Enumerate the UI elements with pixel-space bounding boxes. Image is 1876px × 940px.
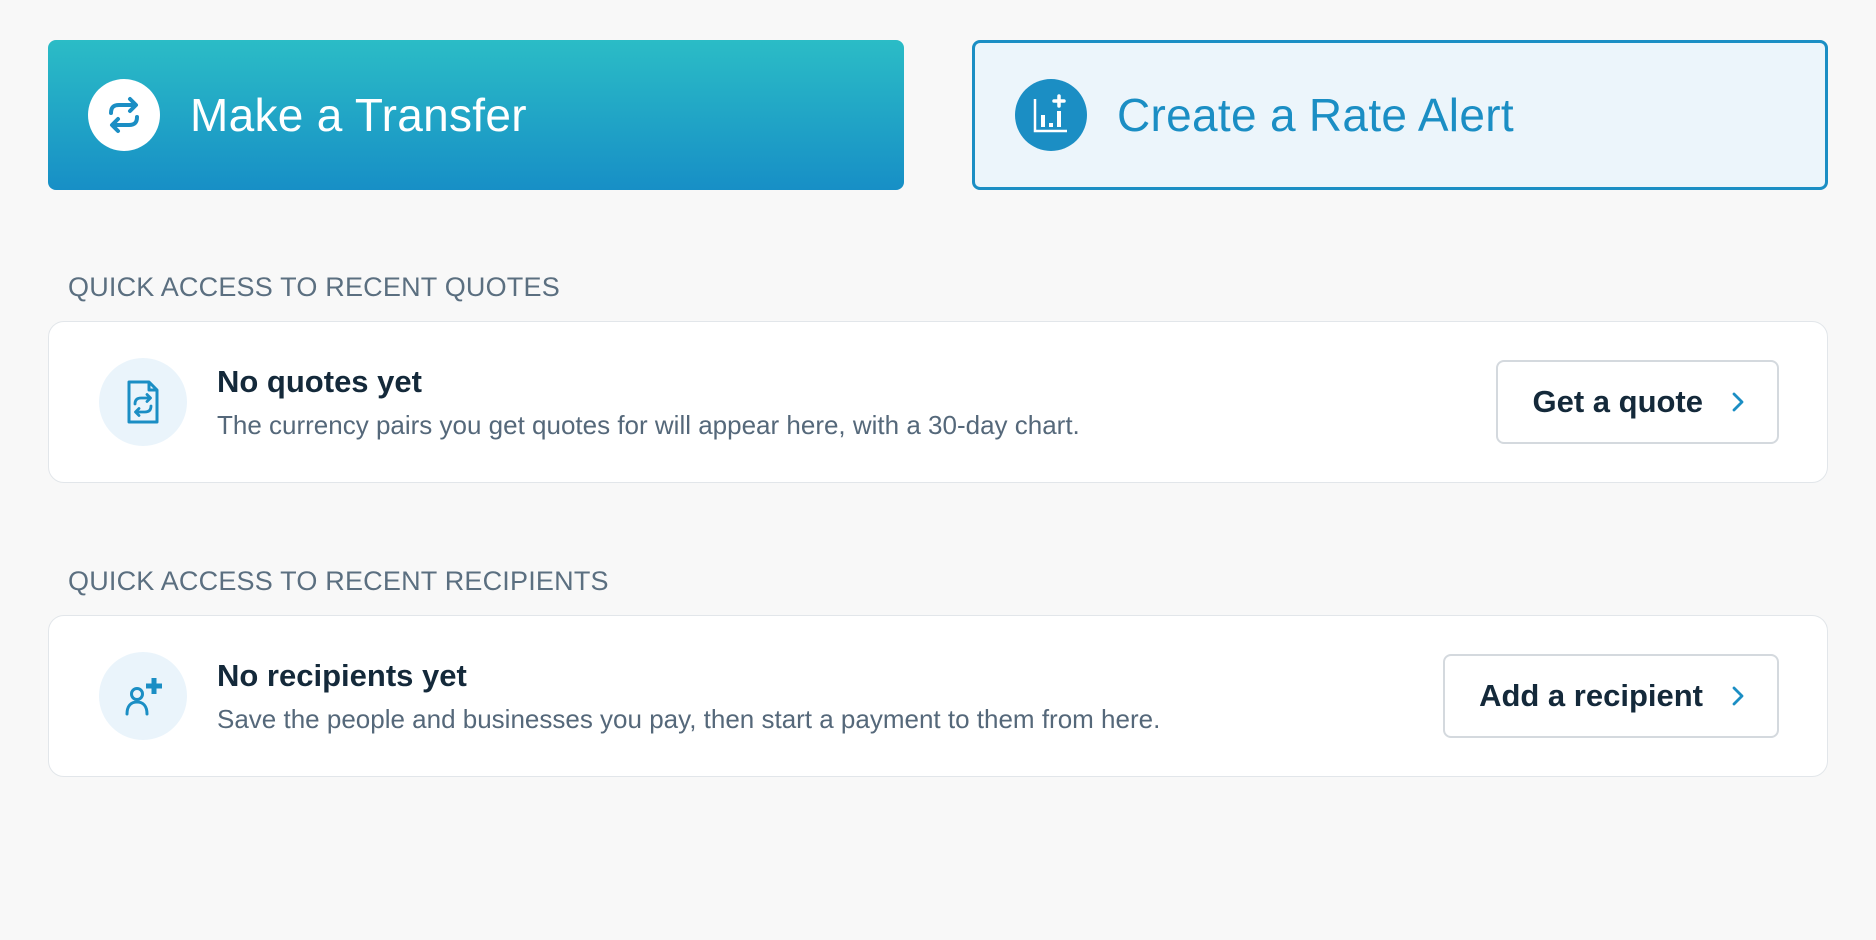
- no-recipients-title: No recipients yet: [217, 657, 467, 693]
- add-person-icon: [99, 652, 187, 740]
- make-transfer-button[interactable]: Make a Transfer: [48, 40, 904, 190]
- add-recipient-button[interactable]: Add a recipient: [1443, 654, 1779, 738]
- recent-recipients-card: No recipients yet Save the people and bu…: [48, 615, 1828, 777]
- create-rate-alert-button[interactable]: Create a Rate Alert: [972, 40, 1828, 190]
- chevron-right-icon: [1731, 685, 1745, 707]
- no-quotes-title: No quotes yet: [217, 363, 422, 399]
- quote-document-icon: [99, 358, 187, 446]
- make-transfer-label: Make a Transfer: [190, 89, 527, 141]
- add-recipient-label: Add a recipient: [1479, 678, 1703, 713]
- create-rate-alert-label: Create a Rate Alert: [1117, 89, 1514, 141]
- action-row: Make a Transfer Create a Rate Alert: [48, 40, 1828, 190]
- no-quotes-description: The currency pairs you get quotes for wi…: [217, 409, 1080, 440]
- recent-recipients-text: No recipients yet Save the people and bu…: [217, 658, 1443, 735]
- recent-quotes-card: No quotes yet The currency pairs you get…: [48, 321, 1828, 483]
- no-recipients-description: Save the people and businesses you pay, …: [217, 703, 1161, 734]
- recent-quotes-text: No quotes yet The currency pairs you get…: [217, 364, 1496, 441]
- rate-alert-chart-icon: [1015, 79, 1087, 151]
- chevron-right-icon: [1731, 391, 1745, 413]
- recent-recipients-heading: QUICK ACCESS TO RECENT RECIPIENTS: [68, 566, 609, 596]
- get-quote-label: Get a quote: [1532, 384, 1703, 419]
- recent-quotes-heading: QUICK ACCESS TO RECENT QUOTES: [68, 272, 560, 302]
- transfer-arrows-icon: [88, 79, 160, 151]
- get-quote-button[interactable]: Get a quote: [1496, 360, 1779, 444]
